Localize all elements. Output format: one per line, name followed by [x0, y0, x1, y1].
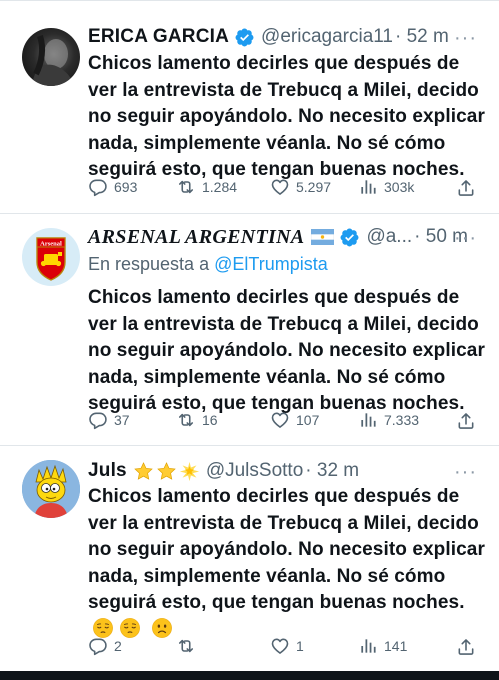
share-button[interactable]	[456, 178, 476, 203]
like-count: 107	[296, 412, 320, 428]
share-icon	[456, 637, 476, 657]
reply-button[interactable]: 693	[88, 177, 137, 197]
arsenal-crest-icon: Arsenal	[36, 237, 66, 281]
profile-photo-icon	[32, 35, 74, 86]
reply-icon	[88, 177, 108, 197]
tweet-text: Chicos lamento decirles que después de v…	[88, 287, 485, 414]
avatar[interactable]	[22, 28, 80, 86]
star-icon	[156, 461, 177, 482]
views-count: 303k	[384, 179, 415, 195]
heart-icon	[270, 636, 290, 656]
share-icon	[456, 411, 476, 431]
share-button[interactable]	[456, 637, 476, 662]
reply-context-label: En respuesta a	[88, 254, 215, 274]
like-count: 1	[296, 638, 304, 654]
display-name[interactable]: ARSENAL ARGENTINA	[88, 226, 304, 249]
verified-badge-icon	[339, 227, 360, 248]
cartoon-character-avatar-icon	[22, 460, 80, 518]
retweet-count: 1.284	[202, 179, 238, 195]
reply-count: 693	[114, 179, 138, 195]
views-icon	[358, 410, 378, 430]
retweet-button[interactable]	[176, 636, 202, 656]
star-icon	[133, 461, 154, 482]
tweet-separator	[0, 0, 499, 1]
like-button[interactable]: 1	[270, 636, 304, 656]
heart-icon	[270, 410, 290, 430]
timestamp[interactable]: · 32 m	[305, 460, 359, 482]
timestamp[interactable]: · 52 m	[395, 26, 449, 48]
retweet-button[interactable]: 16	[176, 410, 218, 430]
views-count: 141	[384, 638, 408, 654]
user-handle[interactable]: @a...	[366, 226, 412, 248]
tweet-actions: 2 1 141	[88, 636, 476, 660]
tweet-text-content: Chicos lamento decirles que después de v…	[88, 486, 485, 613]
reply-to-handle-link[interactable]: @ElTrumpista	[214, 254, 328, 274]
tweet-header: ERICA GARCIA @ericagarcia11 · 52 m	[88, 24, 449, 50]
reply-icon	[88, 636, 108, 656]
more-options-icon[interactable]: ···	[454, 228, 477, 248]
retweet-icon	[176, 410, 196, 430]
tweet-text: Chicos lamento decirles que después de v…	[88, 53, 485, 180]
views-count: 7.333	[384, 412, 420, 428]
reply-button[interactable]: 2	[88, 636, 122, 656]
share-icon	[456, 178, 476, 198]
like-button[interactable]: 5.297	[270, 177, 331, 197]
views-icon	[358, 636, 378, 656]
user-handle[interactable]: @JulsSotto	[206, 460, 303, 482]
views-button[interactable]: 303k	[358, 177, 414, 197]
tweet-actions: 37 16 107 7.333	[88, 410, 476, 434]
verified-badge-icon	[234, 27, 255, 48]
argentina-flag-icon	[311, 229, 335, 245]
tweet-header: ARSENAL ARGENTINA @a... · 50 m	[88, 224, 468, 250]
reply-icon	[88, 410, 108, 430]
avatar[interactable]	[22, 460, 80, 518]
retweet-count: 16	[202, 412, 218, 428]
like-button[interactable]: 107	[270, 410, 319, 430]
reply-button[interactable]: 37	[88, 410, 130, 430]
views-button[interactable]: 7.333	[358, 410, 419, 430]
views-icon	[358, 177, 378, 197]
retweet-icon	[176, 177, 196, 197]
views-button[interactable]: 141	[358, 636, 407, 656]
tweet-header: Juls @JulsSotto · 32 m	[88, 458, 359, 484]
bottom-edge-bar	[0, 671, 499, 680]
avatar[interactable]: Arsenal	[22, 228, 80, 286]
more-options-icon[interactable]: ···	[454, 28, 477, 48]
display-name[interactable]: ERICA GARCIA	[88, 26, 229, 48]
user-handle[interactable]: @ericagarcia11	[261, 26, 393, 48]
reply-count: 2	[114, 638, 122, 654]
arsenal-crest-text: Arsenal	[40, 241, 62, 248]
reply-context: En respuesta a @ElTrumpista	[88, 254, 328, 275]
tweet-actions: 693 1.284 5.297 303k	[88, 177, 476, 201]
retweet-button[interactable]: 1.284	[176, 177, 237, 197]
tweet-separator	[0, 445, 499, 446]
glowing-star-icon	[179, 461, 200, 482]
more-options-icon[interactable]: ···	[454, 462, 477, 482]
tweet-text: Chicos lamento decirles que después de v…	[88, 484, 488, 644]
like-count: 5.297	[296, 179, 332, 195]
tweet-separator	[0, 213, 499, 214]
reply-count: 37	[114, 412, 130, 428]
retweet-icon	[176, 636, 196, 656]
heart-icon	[270, 177, 290, 197]
share-button[interactable]	[456, 411, 476, 436]
display-name[interactable]: Juls	[88, 460, 127, 482]
